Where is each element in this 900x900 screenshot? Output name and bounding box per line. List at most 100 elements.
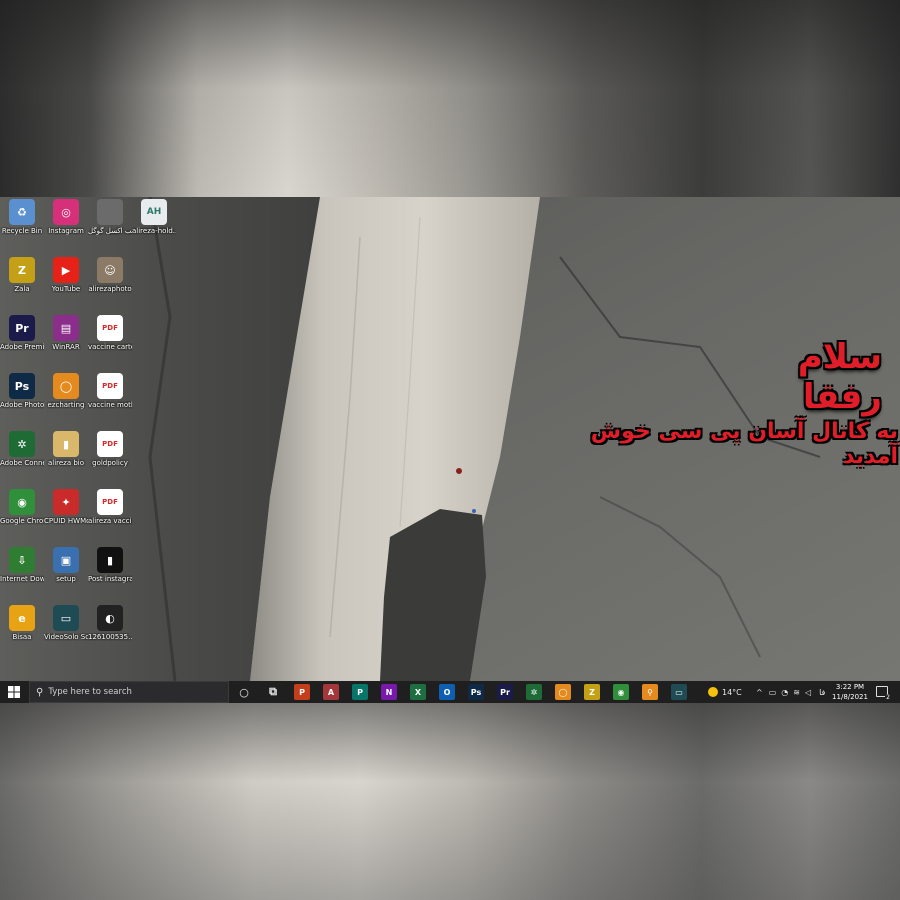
app-icon: ▤ (53, 315, 79, 341)
taskbar-chrome-icon[interactable]: ◉ (613, 684, 629, 700)
network-icon[interactable]: ◔ (781, 688, 788, 697)
greeting-subtitle: به کانال آسان پی سی خوش آمدید (590, 419, 898, 469)
taskbar-zala-icon[interactable]: Z (584, 684, 600, 700)
notification-center-icon[interactable] (876, 686, 891, 701)
app-icon: ◯ (53, 373, 79, 399)
desktop-icon-label: WinRAR (52, 343, 80, 351)
desktop-icon[interactable]: ♻ Recycle Bin (0, 199, 44, 235)
app-icon: PDF (97, 373, 123, 399)
taskbar-adobe-connect-icon[interactable]: ✲ (526, 684, 542, 700)
desktop-icon[interactable]: PDF goldpolicy (88, 431, 132, 467)
taskbar-clock[interactable]: 3:22 PM 11/8/2021 (828, 682, 872, 702)
app-icon: ▭ (53, 605, 79, 631)
chevron-up-icon[interactable]: ^ (756, 688, 763, 697)
desktop-icon[interactable]: ✦ CPUID HWMonitor (44, 489, 88, 525)
desktop-icon[interactable]: Pr Adobe Premiere P... (0, 315, 44, 351)
app-icon: PDF (97, 431, 123, 457)
weather-widget[interactable]: 14°C (708, 681, 742, 703)
desktop-icon[interactable]: ◐ 126100535... (88, 605, 132, 641)
desktop-icon[interactable]: ▮ alireza bio (44, 431, 88, 467)
app-icon: ⇩ (9, 547, 35, 573)
app-icon: ▮ (97, 547, 123, 573)
desktop-icon-label: alireza-hold... (132, 227, 176, 235)
desktop-icon-label: goldpolicy (92, 459, 128, 467)
desktop-icon-label: ezcharting (47, 401, 85, 409)
desktop-icon[interactable]: ▶ YouTube (44, 257, 88, 293)
volume-icon[interactable]: ◁ (805, 688, 811, 697)
sun-icon (708, 687, 718, 697)
taskbar-premiere-icon[interactable]: Pr (497, 684, 513, 700)
app-icon: ◐ (97, 605, 123, 631)
desktop-icon-label: Post instagram (88, 575, 132, 583)
desktop-icon-label: VideoSolo Screen R... (44, 633, 88, 641)
app-icon: Z (9, 257, 35, 283)
desktop-icon[interactable]: PDF alireza vaccine (88, 489, 132, 525)
desktop-icon[interactable]: ⇩ Internet Downlo... (0, 547, 44, 583)
input-language[interactable]: فا (819, 688, 825, 697)
taskbar-onenote-icon[interactable]: N (381, 684, 397, 700)
taskbar-ezcharting-icon[interactable]: ◯ (555, 684, 571, 700)
start-button[interactable] (0, 681, 28, 703)
desktop-icon[interactable]: ▤ WinRAR (44, 315, 88, 351)
desktop-icon-label: Google Chrome (0, 517, 44, 525)
desktop-icon-label: vaccine mother (88, 401, 132, 409)
greeting-title: سلام رفقا (797, 337, 882, 417)
desktop-icon[interactable]: ▮ Post instagram (88, 547, 132, 583)
desktop-icon[interactable]: Z Zala (0, 257, 44, 293)
taskbar-search-tool-icon[interactable]: ⚲ (642, 684, 658, 700)
desktop-icon[interactable]: e Bisaa (0, 605, 44, 641)
desktop-icon-label: Adobe Connect (0, 459, 44, 467)
desktop-icon[interactable]: PDF vaccine mother (88, 373, 132, 409)
desktop-icon[interactable]: Ps Adobe Photosh... (0, 373, 44, 409)
desktop-icon-label: 126100535... (88, 633, 132, 641)
desktop-icon[interactable]: ◎ Instagram (44, 199, 88, 235)
app-icon: ☺ (97, 257, 123, 283)
desktop-icon-label: setup (56, 575, 76, 583)
desktop-icon[interactable]: PDF vaccine carter (88, 315, 132, 351)
taskbar-outlook-icon[interactable]: O (439, 684, 455, 700)
app-icon: AH (141, 199, 167, 225)
desktop-icon-label: Adobe Photosh... (0, 401, 44, 409)
app-icon: PDF (97, 489, 123, 515)
desktop-icon[interactable]: ▣ setup (44, 547, 88, 583)
desktop-icon-label: vaccine carter (88, 343, 132, 351)
desktop-icon-label: Internet Downlo... (0, 575, 44, 583)
taskbar-publisher-icon[interactable]: P (352, 684, 368, 700)
desktop-icon[interactable]: آموزش نصب اکسل گوگل (88, 199, 132, 235)
desktop-screen: ♻ Recycle Bin ◎ Instagram آموزش نصب اکسل گوگ… (0, 197, 900, 703)
desktop-icon[interactable]: ▭ VideoSolo Screen R... (44, 605, 88, 641)
tray-icons: ^ ▭ ◔ ≋ ◁ فا (756, 681, 825, 703)
search-placeholder: Type here to search (48, 687, 132, 697)
app-icon: Ps (9, 373, 35, 399)
app-icon: ◉ (9, 489, 35, 515)
taskbar: ⚲ Type here to search ○ ⧉ P A P N X O Ps Pr ✲ ◯ Z ◉ ⚲ ▭… (0, 681, 900, 703)
desktop-icon-label: alireza vaccine (88, 517, 132, 525)
desktop-icon-label: CPUID HWMonitor (44, 517, 88, 525)
taskbar-cortana-icon[interactable]: ○ (236, 684, 252, 700)
app-icon: e (9, 605, 35, 631)
app-icon: ▣ (53, 547, 79, 573)
taskbar-search-box[interactable]: ⚲ Type here to search (29, 681, 229, 703)
taskbar-excel-icon[interactable]: X (410, 684, 426, 700)
desktop-icon-label: Bisaa (12, 633, 32, 641)
wifi-icon[interactable]: ≋ (793, 688, 800, 697)
taskbar-task-view-icon[interactable]: ⧉ (265, 684, 281, 700)
taskbar-powerpoint-icon[interactable]: P (294, 684, 310, 700)
clock-time: 3:22 PM (835, 683, 865, 691)
desktop-icon-label: Adobe Premiere P... (0, 343, 44, 351)
app-icon: ✦ (53, 489, 79, 515)
desktop-icon-label: Recycle Bin (1, 227, 43, 235)
desktop-icon[interactable]: ◯ ezcharting (44, 373, 88, 409)
app-icon: ▶ (53, 257, 79, 283)
taskbar-photoshop-icon[interactable]: Ps (468, 684, 484, 700)
desktop-icon[interactable]: AH alireza-hold... (132, 199, 176, 235)
windows-icon (8, 686, 20, 698)
taskbar-access-icon[interactable]: A (323, 684, 339, 700)
taskbar-videosolo-icon[interactable]: ▭ (671, 684, 687, 700)
battery-icon[interactable]: ▭ (769, 688, 777, 697)
desktop-icon[interactable]: ☺ alirezaphoto (88, 257, 132, 293)
desktop-icon[interactable]: ◉ Google Chrome (0, 489, 44, 525)
app-icon: ♻ (9, 199, 35, 225)
desktop-icon[interactable]: ✲ Adobe Connect (0, 431, 44, 467)
app-icon: PDF (97, 315, 123, 341)
